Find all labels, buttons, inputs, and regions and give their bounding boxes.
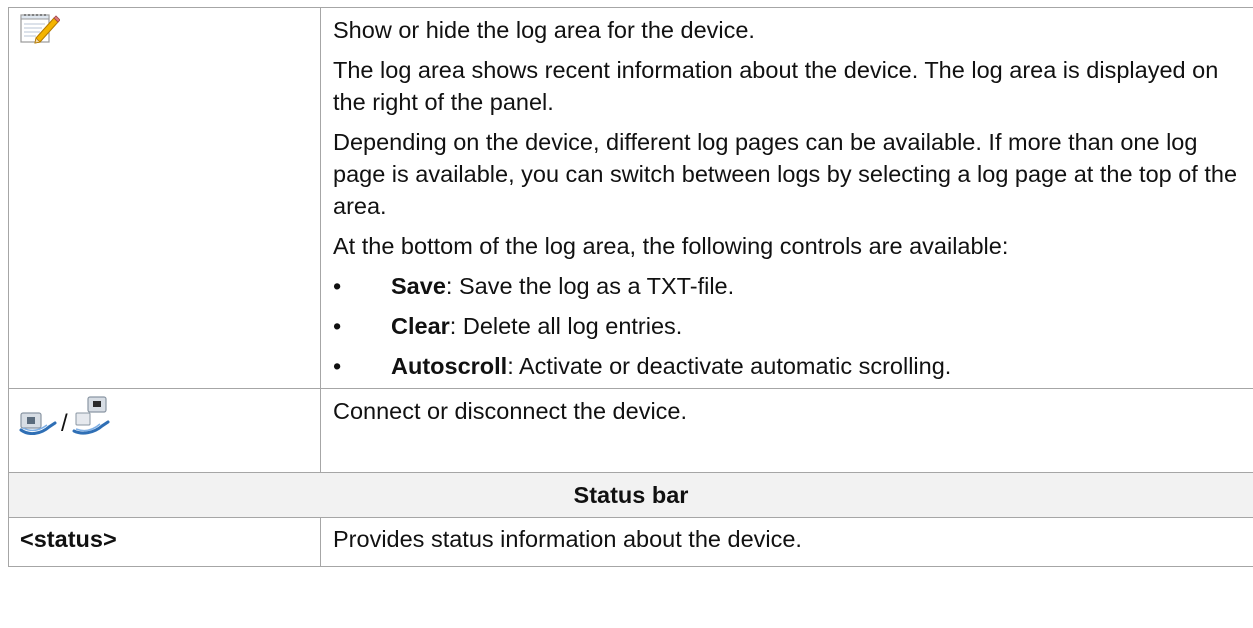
bullet-desc: : Save the log as a TXT-file.	[445, 273, 735, 299]
connect-text: Connect or disconnect the device.	[333, 398, 688, 424]
bullet: •	[333, 353, 342, 379]
log-paragraph-2: The log area shows recent information ab…	[333, 57, 1219, 115]
bullet: •	[333, 273, 342, 299]
log-paragraph-4: At the bottom of the log area, the follo…	[333, 233, 1009, 259]
icon-separator: /	[61, 410, 68, 437]
section-heading: Status bar	[8, 472, 1253, 518]
bullet-term: Clear	[391, 313, 450, 339]
connect-description-cell: Connect or disconnect the device.	[320, 388, 1253, 473]
bullet-term: Save	[391, 273, 446, 299]
disconnect-cable-icon	[72, 395, 110, 440]
table-row-log: Show or hide the log area for the device…	[8, 7, 1253, 389]
list-item: • Clear: Delete all log entries.	[333, 310, 1253, 342]
bullet-term: Autoscroll	[391, 353, 508, 379]
log-description-cell: Show or hide the log area for the device…	[320, 7, 1253, 389]
icon-cell: /	[8, 388, 321, 473]
log-line-1: Show or hide the log area for the device…	[333, 17, 755, 43]
connect-cable-icon	[19, 403, 57, 440]
bullet-desc: : Delete all log entries.	[449, 313, 683, 339]
table-row-connect: / Connect or disconnect the device.	[8, 388, 1253, 473]
status-description: Provides status information about the de…	[320, 517, 1253, 567]
icon-cell	[8, 7, 321, 389]
log-paragraph-3: Depending on the device, different log p…	[333, 129, 1238, 219]
status-label: <status>	[8, 517, 321, 567]
table-row-status: <status> Provides status information abo…	[8, 517, 1253, 567]
bullet-desc: : Activate or deactivate automatic scrol…	[507, 353, 952, 379]
reference-table: Show or hide the log area for the device…	[8, 7, 1253, 567]
list-item: • Autoscroll: Activate or deactivate aut…	[333, 350, 1253, 382]
notepad-pencil-icon	[20, 14, 61, 48]
table-row-section-header: Status bar	[8, 472, 1253, 518]
list-item: • Save: Save the log as a TXT-file.	[333, 270, 1253, 302]
bullet: •	[333, 313, 342, 339]
